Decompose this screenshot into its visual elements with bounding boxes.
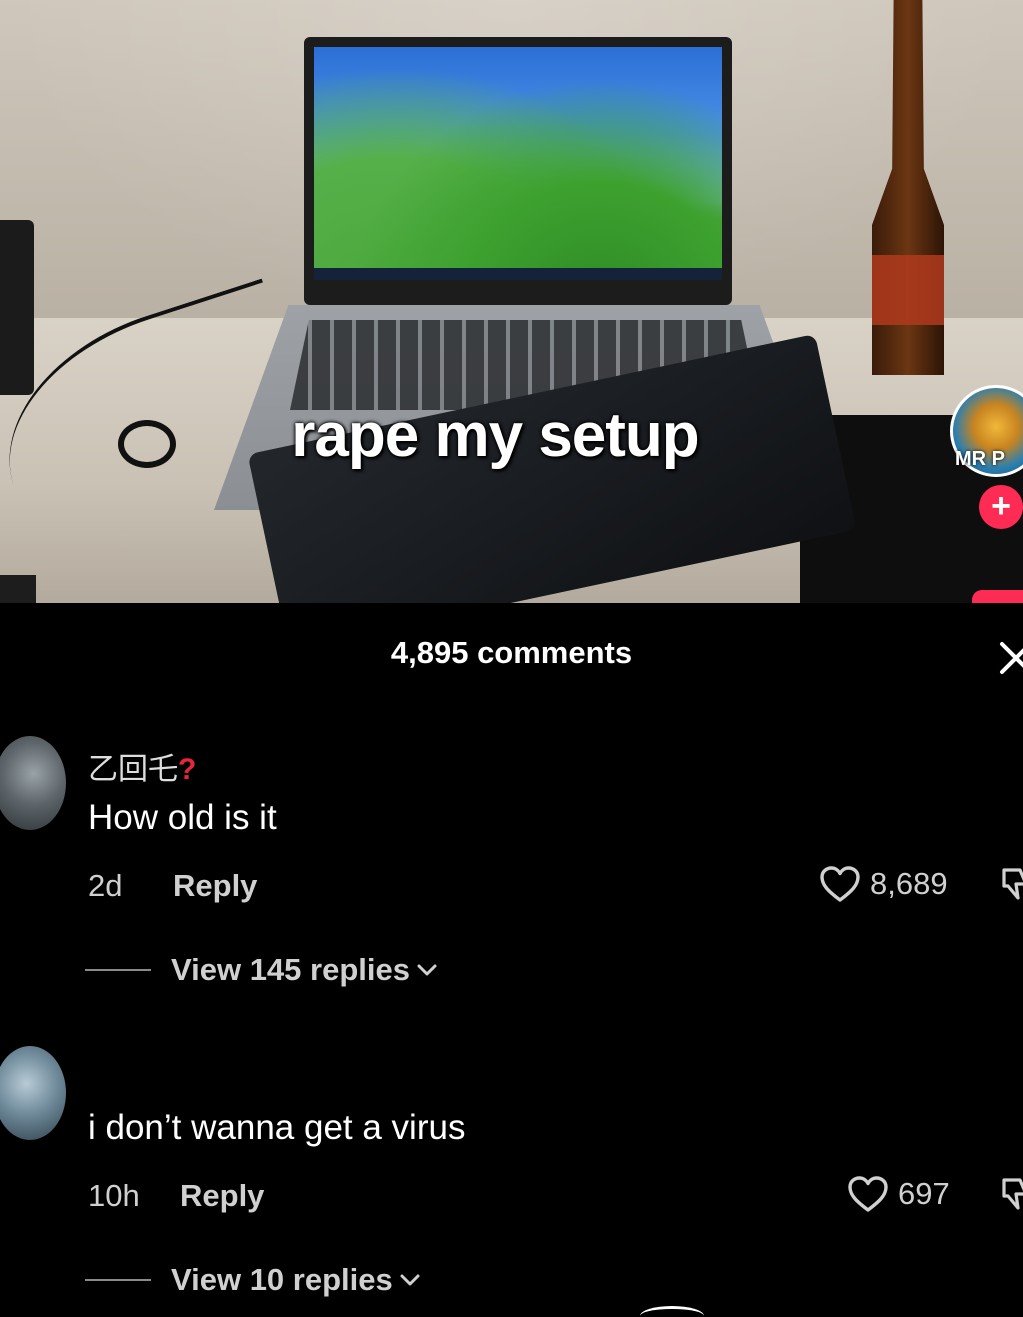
reply-button[interactable]: Reply xyxy=(173,868,257,904)
view-replies-button[interactable]: View 145 replies xyxy=(85,952,438,988)
speaker xyxy=(0,220,34,395)
follow-button[interactable]: + xyxy=(979,485,1023,529)
chevron-down-icon xyxy=(400,1274,420,1286)
heart-icon xyxy=(820,866,860,902)
close-icon[interactable] xyxy=(998,640,1023,676)
laptop-wallpaper xyxy=(314,47,722,269)
comment-item: 乙回乇? How old is it 2d Reply 8,689 View 1… xyxy=(0,736,1023,988)
like-count: 697 xyxy=(898,1176,950,1211)
comment-text: How old is it xyxy=(88,798,277,837)
like-count: 8,689 xyxy=(870,866,948,901)
comments-count: 4,895 comments xyxy=(390,635,633,670)
video-caption: rape my setup xyxy=(291,401,699,470)
view-replies-button[interactable]: View 10 replies xyxy=(85,1262,421,1298)
heart-icon xyxy=(848,1176,888,1212)
username-mark: ? xyxy=(178,753,197,786)
view-replies-label: View 10 replies xyxy=(171,1262,393,1297)
bottle-label xyxy=(872,255,944,325)
username-text: 乙回乇 xyxy=(88,753,178,786)
like-button[interactable]: 697 xyxy=(846,1174,950,1214)
chevron-down-icon xyxy=(417,964,437,976)
dislike-icon[interactable] xyxy=(1000,864,1023,904)
avatar[interactable] xyxy=(0,736,66,830)
creator-avatar-label: MR P xyxy=(955,448,1005,470)
dislike-icon[interactable] xyxy=(1000,1174,1023,1214)
like-button-peek[interactable] xyxy=(972,590,1023,603)
view-replies-label: View 145 replies xyxy=(171,952,410,987)
like-button[interactable]: 8,689 xyxy=(818,864,948,904)
video-player[interactable]: rape my setup MR P + xyxy=(0,0,1023,603)
reply-button[interactable]: Reply xyxy=(180,1178,264,1214)
replies-divider xyxy=(85,969,151,971)
speaker-base xyxy=(0,575,36,603)
laptop-taskbar xyxy=(314,268,722,280)
comment-age: 2d xyxy=(88,868,123,903)
comment-text: i don’t wanna get a virus xyxy=(88,1108,466,1147)
comment-username[interactable]: 乙回乇? xyxy=(88,744,196,788)
replies-divider xyxy=(85,1279,151,1281)
avatar[interactable] xyxy=(0,1046,66,1140)
scroll-indicator xyxy=(640,1306,704,1317)
comment-age: 10h xyxy=(88,1178,140,1213)
comment-item: i don’t wanna get a virus 10h Reply 697 … xyxy=(0,1046,1023,1298)
